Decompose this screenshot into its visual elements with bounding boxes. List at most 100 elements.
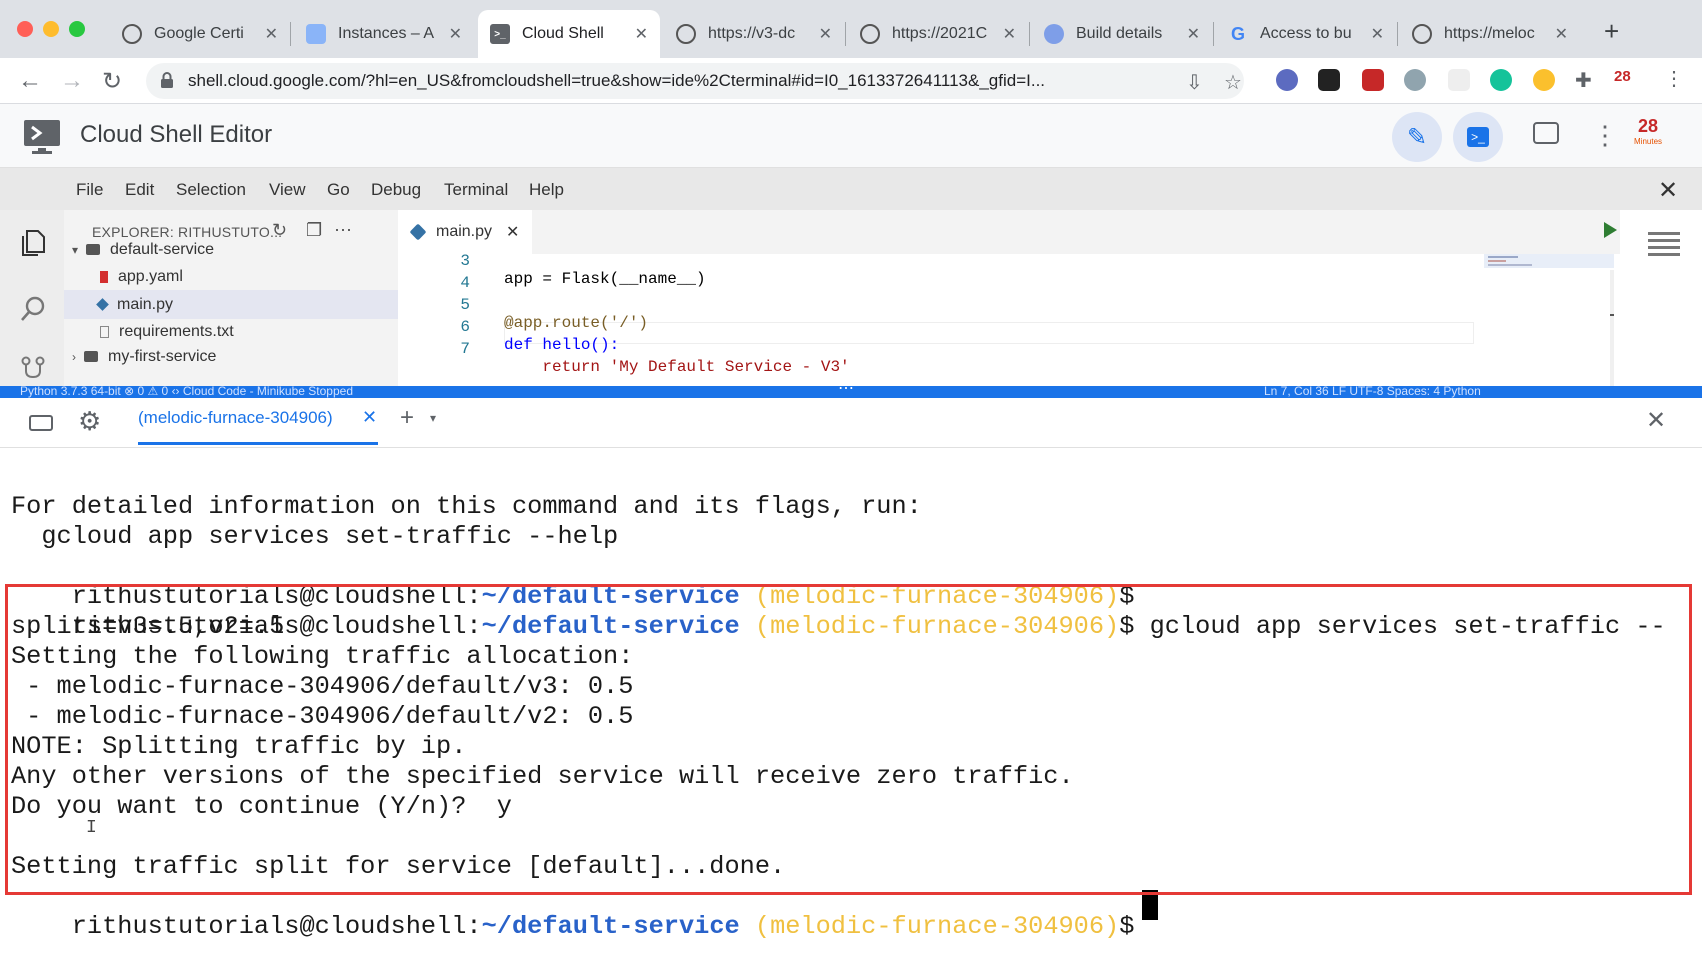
terminal-header: ⚙ (melodic-furnace-304906) ✕ + ▾ ✕	[0, 398, 1702, 448]
tree-folder-default-service[interactable]: ▾ default-service	[64, 235, 398, 264]
back-button[interactable]: ←	[18, 67, 42, 95]
browser-tab[interactable]: https://meloc ✕	[1400, 10, 1580, 58]
keyboard-icon[interactable]	[29, 415, 53, 431]
extension-icon[interactable]	[1276, 69, 1298, 91]
close-icon[interactable]: ✕	[1371, 24, 1384, 44]
web-preview-icon[interactable]	[1533, 122, 1559, 144]
terminal-icon: >_	[1467, 127, 1489, 147]
menu-go[interactable]: Go	[327, 180, 350, 200]
browser-tab-active[interactable]: >_ Cloud Shell ✕	[478, 10, 660, 58]
search-icon[interactable]	[18, 294, 48, 324]
globe-icon	[122, 24, 142, 44]
tab-title: Access to bu	[1260, 25, 1352, 42]
menu-debug[interactable]: Debug	[371, 180, 421, 200]
close-icon[interactable]: ✕	[635, 24, 648, 44]
files-icon[interactable]	[18, 228, 48, 258]
cloud-shell-header: Cloud Shell Editor ✎ >_ ⋮ 28 Minutes	[0, 104, 1702, 168]
menu-help[interactable]: Help	[529, 180, 564, 200]
extension-icon[interactable]	[1318, 69, 1340, 91]
code-line[interactable]: 7 return 'My Default Service - V3'	[398, 322, 1498, 376]
extension-icon[interactable]	[1362, 69, 1384, 91]
cloud-shell-logo-icon	[24, 120, 60, 154]
new-tab-button[interactable]: +	[1604, 16, 1619, 47]
window-maximize-button[interactable]	[69, 21, 85, 37]
extension-icon[interactable]	[1533, 69, 1555, 91]
window-minimize-button[interactable]	[43, 21, 59, 37]
minimap[interactable]	[1484, 254, 1614, 386]
tab-title: Google Certi	[154, 25, 244, 42]
extension-icon[interactable]	[1448, 69, 1470, 91]
menu-terminal[interactable]: Terminal	[444, 180, 508, 200]
open-terminal-button[interactable]: >_	[1453, 112, 1503, 162]
install-icon[interactable]: ⇩	[1186, 70, 1203, 95]
browser-menu-icon[interactable]: ⋮	[1664, 66, 1684, 91]
yaml-file-icon	[100, 270, 108, 283]
globe-icon	[1412, 24, 1432, 44]
code-line[interactable]: 5 @app.route('/')	[398, 278, 1498, 332]
resize-handle-icon[interactable]: ⋯	[838, 386, 854, 398]
close-icon[interactable]: ✕	[1555, 24, 1568, 44]
code-line[interactable]: 3 app = Flask(__name__)	[398, 234, 1498, 288]
close-icon[interactable]: ✕	[449, 24, 462, 44]
tree-file-main-py[interactable]: main.py	[64, 290, 398, 319]
address-bar[interactable]: shell.cloud.google.com/?hl=en_US&fromclo…	[146, 63, 1244, 99]
reload-button[interactable]: ↻	[102, 67, 122, 96]
close-icon[interactable]: ✕	[1003, 24, 1016, 44]
code-line[interactable]: 4	[398, 256, 1498, 292]
extension-icon[interactable]	[1404, 69, 1426, 91]
close-editor-icon[interactable]: ✕	[1658, 176, 1678, 205]
close-icon[interactable]: ✕	[1187, 24, 1200, 44]
status-right[interactable]: Ln 7, Col 36 LF UTF-8 Spaces: 4 Python	[1264, 386, 1481, 398]
terminal-icon: >_	[490, 24, 510, 44]
pencil-icon: ✎	[1406, 123, 1428, 151]
extension-badge[interactable]: 28	[1614, 68, 1631, 85]
menu-file[interactable]: File	[76, 180, 103, 200]
browser-tab[interactable]: https://2021C ✕	[848, 10, 1028, 58]
add-terminal-icon[interactable]: +	[400, 404, 414, 432]
tree-folder-my-first-service[interactable]: › my-first-service	[64, 342, 398, 371]
run-icon[interactable]	[1604, 222, 1617, 238]
timer-badge-caption: Minutes	[1634, 137, 1663, 146]
window-close-button[interactable]	[17, 21, 33, 37]
globe-icon	[676, 24, 696, 44]
outline-list-icon[interactable]	[1648, 230, 1680, 256]
python-file-icon	[96, 298, 109, 311]
browser-tab[interactable]: Build details ✕	[1032, 10, 1212, 58]
terminal-tab-label[interactable]: (melodic-furnace-304906)	[138, 408, 333, 428]
open-editor-button[interactable]: ✎	[1392, 112, 1442, 162]
bookmark-star-icon[interactable]: ☆	[1224, 70, 1242, 95]
grammarly-icon[interactable]	[1490, 69, 1512, 91]
tree-file-app-yaml[interactable]: app.yaml	[64, 262, 398, 291]
build-icon	[1044, 24, 1064, 44]
more-options-icon[interactable]: ⋮	[1592, 120, 1618, 151]
browser-tab[interactable]: https://v3-dc ✕	[664, 10, 844, 58]
source-control-icon[interactable]	[18, 354, 48, 384]
code-editor: main.py ✕ 3 app = Flask(__name__) 4 5 @a…	[398, 210, 1620, 386]
timer-badge: 28 Minutes	[1634, 117, 1663, 150]
menu-edit[interactable]: Edit	[125, 180, 154, 200]
close-icon[interactable]: ✕	[362, 407, 377, 428]
code-text: return 'My Default Service - V3'	[504, 358, 850, 376]
menu-selection[interactable]: Selection	[176, 180, 246, 200]
gear-icon[interactable]: ⚙	[78, 406, 101, 437]
menu-view[interactable]: View	[269, 180, 306, 200]
browser-tab[interactable]: Instances – A ✕	[294, 10, 474, 58]
lock-icon	[161, 72, 173, 88]
status-left[interactable]: Python 3.7.3 64-bit ⊗ 0 ⚠ 0 ‹› Cloud Cod…	[20, 386, 353, 398]
puzzle-icon[interactable]: ✚	[1575, 68, 1592, 93]
chevron-down-icon: ▾	[72, 242, 79, 257]
code-line[interactable]: 6 def hello():	[398, 300, 1498, 354]
browser-tab[interactable]: G Access to bu ✕	[1216, 10, 1396, 58]
active-tab-indicator	[138, 442, 378, 445]
close-icon[interactable]: ✕	[819, 24, 832, 44]
terminal-line: For detailed information on this command…	[11, 492, 922, 521]
terminal-output[interactable]: For detailed information on this command…	[0, 448, 1702, 956]
forward-button[interactable]: →	[60, 67, 84, 95]
close-icon[interactable]: ✕	[265, 24, 278, 44]
tab-title: https://meloc	[1444, 25, 1535, 42]
file-label: main.py	[117, 295, 174, 313]
close-terminal-icon[interactable]: ✕	[1646, 406, 1666, 435]
browser-tab[interactable]: Google Certi ✕	[110, 10, 290, 58]
activity-bar	[0, 210, 64, 386]
chevron-down-icon[interactable]: ▾	[430, 411, 436, 425]
